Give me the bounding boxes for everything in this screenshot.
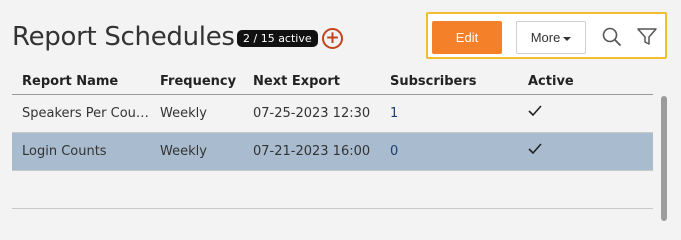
caret-down-icon xyxy=(563,36,572,41)
next-export-cell: 07-21-2023 16:00 xyxy=(243,132,380,171)
active-cell xyxy=(518,94,653,133)
empty-cell xyxy=(243,170,380,209)
table-header-row: Report Name Frequency Next Export Subscr… xyxy=(12,70,653,95)
frequency-cell: Weekly xyxy=(150,132,243,171)
table-row[interactable]: Speakers Per Cou… Weekly 07-25-2023 12:3… xyxy=(12,94,653,133)
active-cell xyxy=(518,132,653,171)
active-count-badge: 2 / 15 active xyxy=(237,30,318,47)
schedules-table: Report Name Frequency Next Export Subscr… xyxy=(12,70,653,209)
column-header-next-export[interactable]: Next Export xyxy=(243,70,380,95)
subscribers-cell[interactable]: 1 xyxy=(380,94,518,133)
column-header-report-name[interactable]: Report Name xyxy=(12,70,150,95)
edit-button[interactable]: Edit xyxy=(432,21,502,54)
check-icon xyxy=(528,143,542,155)
vertical-scrollbar[interactable] xyxy=(661,96,667,221)
empty-cell xyxy=(380,170,518,209)
add-schedule-button[interactable]: + xyxy=(322,28,343,49)
subscribers-cell[interactable]: 0 xyxy=(380,132,518,171)
empty-cell xyxy=(150,170,243,209)
empty-row xyxy=(12,170,653,209)
schedules-table-container: Report Name Frequency Next Export Subscr… xyxy=(12,70,669,221)
column-header-frequency[interactable]: Frequency xyxy=(150,70,243,95)
column-header-active[interactable]: Active xyxy=(518,70,653,95)
more-label: More xyxy=(530,30,561,45)
empty-cell xyxy=(518,170,653,209)
plus-circle-icon: + xyxy=(325,28,340,48)
next-export-cell: 07-25-2023 12:30 xyxy=(243,94,380,133)
page-header: Report Schedules 2 / 15 active + Edit Mo… xyxy=(0,0,681,70)
subscribers-link[interactable]: 0 xyxy=(390,144,398,159)
filter-button[interactable] xyxy=(635,26,659,48)
filter-icon xyxy=(637,28,657,45)
empty-cell xyxy=(12,170,150,209)
search-button[interactable] xyxy=(600,26,624,48)
page-title: Report Schedules xyxy=(12,22,235,52)
toolbar: Edit More xyxy=(426,12,667,59)
frequency-cell: Weekly xyxy=(150,94,243,133)
check-icon xyxy=(528,105,542,117)
subscribers-link[interactable]: 1 xyxy=(390,106,398,121)
more-dropdown-button[interactable]: More xyxy=(516,21,586,54)
report-name-cell: Login Counts xyxy=(12,132,150,171)
report-name-cell: Speakers Per Cou… xyxy=(12,94,150,133)
column-header-subscribers[interactable]: Subscribers xyxy=(380,70,518,95)
search-icon xyxy=(602,27,621,46)
table-row-selected[interactable]: Login Counts Weekly 07-21-2023 16:00 0 xyxy=(12,132,653,171)
